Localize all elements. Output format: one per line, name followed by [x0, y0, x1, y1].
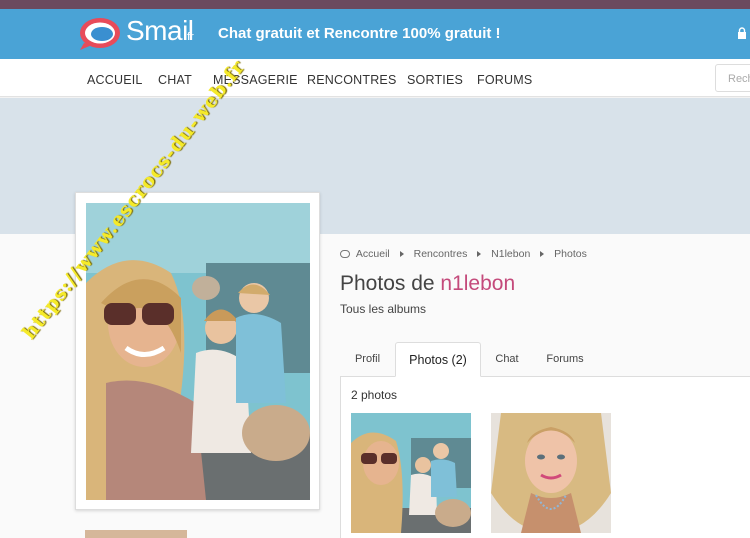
tab-chat[interactable]: Chat: [481, 342, 533, 377]
chevron-right-icon: [477, 251, 482, 258]
tab-profil[interactable]: Profil: [340, 342, 395, 377]
page-title-prefix: Photos de: [340, 272, 441, 295]
photo-thumbnail-image: [351, 413, 471, 533]
lock-icon[interactable]: [737, 27, 747, 39]
nav-item-sorties[interactable]: SORTIES: [407, 73, 463, 87]
breadcrumb-rencontres[interactable]: Rencontres: [414, 248, 468, 260]
chat-bubble-icon: [340, 250, 350, 259]
nav-item-chat[interactable]: CHAT: [158, 73, 192, 87]
chevron-right-icon: [540, 251, 545, 258]
breadcrumb: Accueil Rencontres N1lebon Photos: [340, 248, 587, 260]
nav-item-rencontres[interactable]: RENCONTRES: [307, 73, 397, 87]
logo-bubble-icon: [80, 18, 120, 50]
breadcrumb-user[interactable]: N1lebon: [491, 248, 530, 260]
photo-thumbnail-image: [491, 413, 611, 533]
photo-thumbnail[interactable]: [491, 413, 611, 533]
main-nav: ACCUEIL CHAT MESSAGERIE RENCONTRES SORTI…: [0, 59, 750, 97]
tab-forums[interactable]: Forums: [533, 342, 597, 377]
profile-thumbnail[interactable]: [85, 530, 187, 538]
breadcrumb-accueil[interactable]: Accueil: [356, 248, 390, 260]
profile-photo[interactable]: [86, 203, 310, 500]
album-subtitle[interactable]: Tous les albums: [340, 302, 426, 316]
photos-panel: 2 photos: [340, 377, 750, 538]
site-logo[interactable]: Smail .fr: [78, 15, 218, 55]
photo-thumbnail[interactable]: [351, 413, 471, 533]
nav-item-accueil[interactable]: ACCUEIL: [87, 73, 143, 87]
top-stripe: [0, 0, 750, 9]
chevron-right-icon: [399, 251, 404, 258]
tab-photos[interactable]: Photos (2): [395, 342, 481, 377]
profile-tabs: Profil Photos (2) Chat Forums: [340, 342, 750, 377]
photo-count: 2 photos: [351, 388, 398, 402]
page-title: Photos de n1lebon: [340, 272, 515, 296]
logo-tld: .fr: [184, 31, 194, 43]
breadcrumb-photos: Photos: [554, 248, 587, 261]
nav-item-forums[interactable]: FORUMS: [477, 73, 532, 87]
profile-photo-image: [86, 203, 310, 500]
page-title-username[interactable]: n1lebon: [440, 272, 515, 295]
search-input[interactable]: Rech: [715, 64, 750, 92]
site-header: Smail .fr Chat gratuit et Rencontre 100%…: [0, 9, 750, 59]
